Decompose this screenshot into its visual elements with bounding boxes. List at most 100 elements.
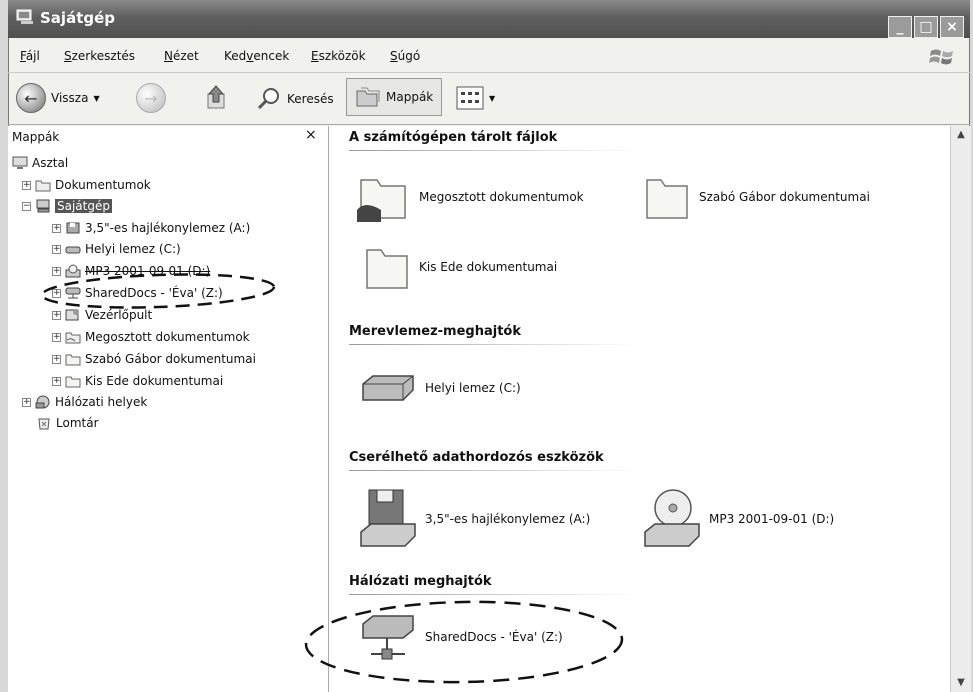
search-icon [257,88,279,110]
section-title-stored-files: A számítógépen tárolt fájlok [349,130,558,145]
menu-edit-rest: zerkesztés [71,49,136,63]
menu-help[interactable]: Súgó [390,49,420,63]
menu-help-key: S [390,49,398,63]
tree-item-shared-documents[interactable]: + Megosztott dokumentumok [52,330,250,344]
item-label: Megosztott dokumentumok [419,190,584,204]
desktop-icon [12,156,28,169]
close-pane-icon[interactable]: × [305,127,317,143]
section-divider [349,470,639,471]
menu-file[interactable]: Fájl [20,49,40,63]
tree-label: Kis Ede dokumentumai [85,374,224,388]
dropdown-arrow-icon[interactable]: ▼ [93,94,99,103]
up-folder-button[interactable] [204,84,228,110]
vertical-scrollbar[interactable]: ▲ ▼ [950,126,971,692]
menu-edit[interactable]: Szerkesztés [64,49,135,63]
collapse-icon[interactable]: − [22,201,31,211]
tree-item-control-panel[interactable]: + Vezérlőpult [52,308,152,322]
tree-label: Vezérlőpult [85,308,153,322]
item-shared-docs-network[interactable]: SharedDocs - 'Éva' (Z:) [359,612,563,662]
back-label: Vissza [51,91,89,105]
item-local-disk[interactable]: Helyi lemez (C:) [359,370,521,406]
title-bar[interactable]: Sajátgép _ □ × [8,0,970,38]
expand-icon[interactable]: + [52,266,61,276]
expand-icon[interactable]: + [52,310,61,320]
scroll-down-icon[interactable]: ▼ [951,674,971,692]
folders-button[interactable]: Mappák [346,78,443,116]
menu-bar: Fájl Szerkesztés Nézet Kedvencek Eszközö… [8,42,970,73]
search-label: Keresés [287,92,334,106]
tree-item-local-disk[interactable]: + Helyi lemez (C:) [52,242,181,256]
item-szabo-gabor[interactable]: Szabó Gábor dokumentumai [643,172,870,222]
menu-tools-rest: szközök [318,49,366,63]
control-panel-icon [65,309,79,321]
tree-item-shared-docs[interactable]: + SharedDocs - 'Éva' (Z:) [52,286,223,300]
documents-folder-icon [35,180,51,192]
item-floppy[interactable]: 3,5"-es hajlékonylemez (A:) [359,488,590,550]
tree-item-szabo-gabor[interactable]: + Szabó Gábor dokumentumai [52,352,256,366]
expand-icon[interactable]: + [22,180,31,190]
tree-label: Szabó Gábor dokumentumai [85,352,256,366]
back-button[interactable]: ← Vissza ▼ [16,83,100,113]
expand-icon[interactable]: + [52,376,61,386]
expand-icon[interactable]: + [22,397,31,407]
menu-view[interactable]: Nézet [164,49,199,63]
views-dropdown-icon[interactable]: ▼ [489,94,495,103]
search-button[interactable]: Keresés [256,86,334,112]
menu-help-rest: úgó [397,49,421,63]
cd-drive-icon [65,264,81,278]
scroll-up-icon[interactable]: ▲ [951,126,971,144]
explorer-window: Sajátgép _ □ × Fájl Szerkesztés Nézet Ke… [8,0,971,692]
tree-item-floppy[interactable]: + 3,5"-es hajlékonylemez (A:) [52,221,250,235]
menu-edit-key: S [64,49,72,63]
folder-icon [366,249,408,289]
folders-label: Mappák [386,90,434,104]
minimize-button[interactable]: _ [888,16,912,38]
menu-favorites[interactable]: Kedvencek [224,49,289,63]
folders-pane-title: Mappák [12,130,60,144]
content-pane: A számítógépen tárolt fájlok Megosztott … [304,126,950,692]
item-shared-documents[interactable]: Megosztott dokumentumok [355,170,584,224]
maximize-button[interactable]: □ [914,16,938,38]
cd-drive-icon [644,489,700,547]
item-cd-drive[interactable]: MP3 2001-09-01 (D:) [643,488,834,550]
network-drive-icon [65,287,81,299]
tree-item-my-computer[interactable]: − Sajátgép [22,199,112,213]
expand-icon[interactable]: + [52,288,61,298]
expand-icon[interactable]: + [52,332,61,342]
tree-item-recycle-bin[interactable]: Lomtár [36,416,99,430]
network-drive-icon [362,615,414,660]
forward-button[interactable]: → [136,83,166,113]
shared-folder-icon [65,332,81,344]
hard-drive-icon [65,246,81,254]
tree-label: Hálózati helyek [55,395,148,409]
section-divider [349,344,639,345]
my-computer-icon [36,199,50,213]
tree-item-desktop[interactable]: Asztal [12,156,68,170]
tree-item-documents[interactable]: + Dokumentumok [22,178,151,192]
hard-drive-icon [362,375,414,401]
folders-icon [356,87,380,107]
item-kis-ede[interactable]: Kis Ede dokumentumai [363,242,557,292]
floppy-drive-icon [360,489,416,547]
menu-view-rest: ézet [172,49,199,63]
recycle-bin-icon [38,418,50,430]
expand-icon[interactable]: + [52,244,61,254]
my-computer-icon [16,9,33,24]
toolbar: ← Vissza ▼ → Keresés Mappák ▼ [8,74,970,125]
tree-label: SharedDocs - 'Éva' (Z:) [85,286,223,300]
close-button[interactable]: × [940,16,964,38]
network-places-icon [35,395,50,409]
item-label: Kis Ede dokumentumai [419,260,558,274]
expand-icon[interactable]: + [52,354,61,364]
views-button[interactable]: ▼ [456,86,495,110]
forward-arrow-icon: → [136,83,166,113]
tree-item-kis-ede[interactable]: + Kis Ede dokumentumai [52,374,223,388]
expand-icon[interactable]: + [52,223,61,233]
folder-icon [646,179,688,219]
views-icon [456,86,484,110]
folders-pane: Mappák × Asztal + Dokumentumok − Sajátgé… [8,126,329,692]
menu-tools[interactable]: Eszközök [311,49,366,63]
tree-item-network-places[interactable]: + Hálózati helyek [22,395,147,409]
tree-item-cd-drive[interactable]: + MP3 2001-09-01 (D:) [52,264,210,278]
tree-label: Dokumentumok [55,178,151,192]
